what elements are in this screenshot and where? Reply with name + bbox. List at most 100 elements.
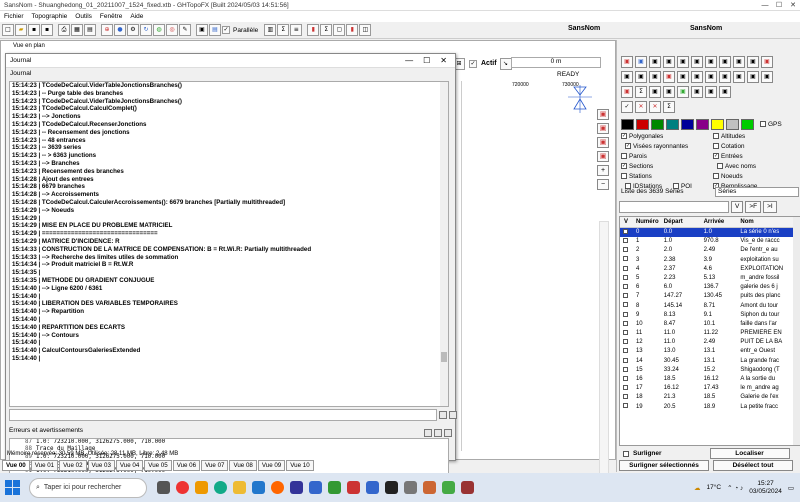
table-icon[interactable]: ▦ bbox=[71, 24, 83, 36]
tool-icon[interactable]: ▣ bbox=[691, 71, 703, 83]
color-swatch[interactable] bbox=[696, 119, 709, 130]
view-tab[interactable]: Vue 01 bbox=[30, 460, 59, 471]
row-checkbox[interactable] bbox=[620, 347, 632, 356]
menu-aide[interactable]: Aide bbox=[130, 13, 143, 20]
color-swatch[interactable] bbox=[621, 119, 634, 130]
menu-fichier[interactable]: Fichier bbox=[4, 13, 24, 20]
table-row[interactable]: 17 16.12 17.43 le m_andre ag bbox=[620, 384, 800, 393]
table-row[interactable]: 11 11.0 11.22 PREMIERE EN bbox=[620, 329, 800, 338]
table-row[interactable]: 2 2.0 2.49 De l'entr_e au bbox=[620, 246, 800, 255]
row-checkbox[interactable] bbox=[620, 320, 632, 329]
clock[interactable]: 15:27 03/05/2024 bbox=[749, 480, 782, 496]
chart-icon[interactable]: ▮ bbox=[307, 24, 320, 36]
table-row[interactable]: 9 8.13 9.1 Siphon du tour bbox=[620, 311, 800, 320]
table-row[interactable]: 13 13.0 13.1 entr_e Ouest bbox=[620, 347, 800, 356]
view-tab[interactable]: Vue 06 bbox=[172, 460, 201, 471]
app-icon[interactable] bbox=[461, 481, 474, 494]
row-checkbox[interactable] bbox=[620, 292, 632, 301]
window-icon[interactable]: ▢ bbox=[333, 24, 346, 36]
layer-icon[interactable]: ▣ bbox=[663, 56, 675, 68]
validate-button[interactable]: V bbox=[731, 201, 744, 213]
tool-icon[interactable]: ▣ bbox=[663, 86, 675, 98]
view-tab[interactable]: Vue 07 bbox=[201, 460, 229, 471]
settings-icon[interactable]: ⚙ bbox=[127, 24, 139, 36]
fit-icon[interactable]: ▣ bbox=[597, 151, 609, 162]
row-checkbox[interactable] bbox=[620, 393, 632, 402]
color-swatch[interactable] bbox=[636, 119, 649, 130]
table-row[interactable]: 8 145.14 8.71 Amont du tour bbox=[620, 302, 800, 311]
index-button[interactable]: >I bbox=[763, 201, 777, 213]
app-icon[interactable] bbox=[404, 481, 417, 494]
sigma-icon[interactable]: Σ bbox=[635, 86, 647, 98]
parois-checkbox[interactable] bbox=[621, 153, 627, 160]
print-icon[interactable]: ⎙ bbox=[58, 24, 70, 36]
row-checkbox[interactable] bbox=[620, 283, 632, 292]
list-icon[interactable]: ≡ bbox=[290, 24, 303, 36]
refresh-icon[interactable]: ↻ bbox=[140, 24, 152, 36]
new-file-icon[interactable]: □ bbox=[2, 24, 14, 36]
table-row[interactable]: 10 8.47 10.1 faille dans l'ar bbox=[620, 320, 800, 329]
view-icon[interactable]: ◫ bbox=[359, 24, 372, 36]
zoom-in-icon[interactable]: ▣ bbox=[597, 109, 609, 120]
color-swatch[interactable] bbox=[651, 119, 664, 130]
row-checkbox[interactable] bbox=[620, 302, 632, 311]
journal-minimize-button[interactable]: — bbox=[405, 56, 413, 65]
sigma-icon[interactable]: Σ bbox=[277, 24, 290, 36]
clear-icon[interactable]: ✕ bbox=[635, 101, 647, 113]
row-checkbox[interactable] bbox=[620, 265, 632, 274]
plus-icon[interactable]: + bbox=[597, 165, 609, 176]
maximize-button[interactable]: ☐ bbox=[772, 1, 786, 9]
row-checkbox[interactable] bbox=[620, 256, 632, 265]
tool-icon[interactable]: ▣ bbox=[733, 71, 745, 83]
visees-checkbox[interactable]: ✓ bbox=[625, 143, 631, 150]
color-swatch[interactable] bbox=[741, 119, 754, 130]
tool-icon[interactable]: ▣ bbox=[677, 86, 689, 98]
tool-icon[interactable]: ▣ bbox=[621, 71, 633, 83]
view-tab[interactable]: Vue 05 bbox=[144, 460, 172, 471]
surligner-selection-button[interactable]: Surligner sélectionnés bbox=[619, 460, 709, 471]
edge-icon[interactable] bbox=[214, 481, 227, 494]
row-checkbox[interactable] bbox=[620, 338, 632, 347]
close-button[interactable]: ✕ bbox=[786, 1, 800, 9]
lock-icon[interactable]: ▮ bbox=[346, 24, 359, 36]
row-checkbox[interactable] bbox=[620, 237, 632, 246]
column-header[interactable]: Nom bbox=[740, 217, 800, 227]
map-scrollbar[interactable] bbox=[599, 221, 609, 481]
table-row[interactable]: 19 20.5 18.9 La petite fracc bbox=[620, 403, 800, 412]
layer-icon[interactable]: ▣ bbox=[719, 56, 731, 68]
entrees-checkbox[interactable]: ✓ bbox=[713, 153, 719, 160]
sections-checkbox[interactable]: ✓ bbox=[621, 163, 627, 170]
tool-icon[interactable]: ▣ bbox=[705, 71, 717, 83]
table-row[interactable]: 14 30.45 13.1 La grande frac bbox=[620, 357, 800, 366]
check-icon[interactable]: ✓ bbox=[621, 101, 633, 113]
tool-icon[interactable]: ▣ bbox=[621, 86, 633, 98]
paste-icon[interactable]: ▣ bbox=[196, 24, 208, 36]
journal-maximize-button[interactable]: ☐ bbox=[423, 56, 430, 65]
row-checkbox[interactable] bbox=[620, 384, 632, 393]
app-icon[interactable] bbox=[290, 481, 303, 494]
actif-checkbox[interactable]: ✓ bbox=[469, 59, 477, 68]
tool-icon[interactable]: ▣ bbox=[719, 86, 731, 98]
layer-icon[interactable]: ▣ bbox=[635, 56, 647, 68]
table-row[interactable]: 15 33.24 15.2 Shigaodong (T bbox=[620, 366, 800, 375]
find-button[interactable]: >F bbox=[745, 201, 762, 213]
row-checkbox[interactable] bbox=[620, 228, 632, 237]
copy-icon[interactable] bbox=[439, 411, 447, 419]
open-folder-icon[interactable]: ▰ bbox=[15, 24, 27, 36]
table-row[interactable]: 7 147.27 130.45 puits des planc bbox=[620, 292, 800, 301]
row-checkbox[interactable] bbox=[620, 246, 632, 255]
tool-icon[interactable]: ▣ bbox=[649, 86, 661, 98]
app-icon[interactable] bbox=[328, 481, 341, 494]
info-icon[interactable]: ● bbox=[114, 24, 126, 36]
layer-icon[interactable]: ▣ bbox=[747, 56, 759, 68]
column-header[interactable]: Départ bbox=[661, 217, 701, 227]
tool-icon[interactable]: ▣ bbox=[691, 86, 703, 98]
table-row[interactable]: 5 2.23 5.13 m_andre fossil bbox=[620, 274, 800, 283]
save-icon[interactable]: ▪ bbox=[28, 24, 40, 36]
stations-checkbox[interactable] bbox=[621, 173, 627, 180]
altitudes-checkbox[interactable] bbox=[713, 133, 719, 140]
gps-checkbox[interactable] bbox=[760, 121, 766, 128]
layer-icon[interactable]: ▣ bbox=[733, 56, 745, 68]
tool-icon[interactable]: ▣ bbox=[677, 71, 689, 83]
series-type-select[interactable]: Séries bbox=[715, 187, 799, 197]
